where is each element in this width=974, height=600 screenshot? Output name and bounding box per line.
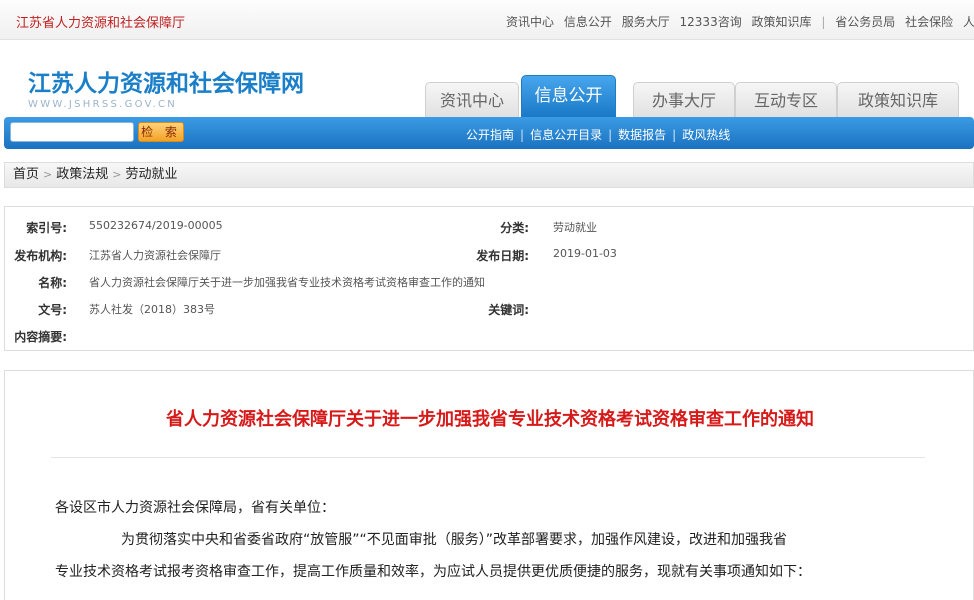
index-label: 索引号: (26, 221, 67, 235)
publisher-value: 江苏省人力资源社会保障厅 (89, 249, 221, 262)
article-paragraph-line: 为贯彻落实中央和省委省政府“放管服”“不见面审批（服务）”改革部署要求，加强作风… (121, 532, 788, 548)
top-link-12333[interactable]: 12333咨询 (680, 15, 742, 29)
tab-policy-library[interactable]: 政策知识库 (837, 82, 959, 117)
search-input[interactable] (10, 122, 134, 142)
tab-interaction[interactable]: 互动专区 (735, 82, 837, 117)
title-divider (51, 457, 925, 458)
breadcrumb: 首页 > 政策法规 > 劳动就业 (4, 162, 974, 188)
article-salutation: 各设区市人力资源社会保障局，省有关单位： (55, 500, 335, 516)
breadcrumb-employment[interactable]: 劳动就业 (125, 167, 177, 182)
tab-info-disclosure[interactable]: 信息公开 (521, 75, 616, 117)
subnav-guide[interactable]: 公开指南 (466, 128, 514, 142)
breadcrumb-home[interactable]: 首页 (13, 167, 39, 182)
subnav-catalog[interactable]: 信息公开目录 (530, 128, 602, 142)
index-value: 550232674/2019-00005 (89, 219, 223, 232)
article-title: 省人力资源社会保障厅关于进一步加强我省专业技术资格考试资格审查工作的通知 (166, 409, 814, 430)
subnav-reports[interactable]: 数据报告 (618, 128, 666, 142)
search-button[interactable]: 检 索 (138, 122, 184, 142)
site-logo[interactable]: 江苏人力资源和社会保障网 WWW.JSHRSS.GOV.CN (28, 64, 304, 110)
logo-url: WWW.JSHRSS.GOV.CN (28, 99, 178, 110)
breadcrumb-policy[interactable]: 政策法规 (56, 167, 108, 182)
document-metadata: 索引号: 550232674/2019-00005 分类: 劳动就业 发布机构:… (4, 206, 974, 351)
top-link-talent[interactable]: 人事人才 (963, 15, 974, 29)
site-name[interactable]: 江苏省人力资源和社会保障厅 (16, 12, 185, 31)
category-label: 分类: (500, 221, 529, 235)
summary-label: 内容摘要: (14, 330, 67, 344)
top-link-info[interactable]: 信息公开 (564, 15, 612, 29)
top-strip: 江苏省人力资源和社会保障厅 资讯中心 信息公开 服务大厅 12333咨询 政策知… (0, 0, 974, 40)
top-link-service[interactable]: 服务大厅 (622, 15, 670, 29)
date-value: 2019-01-03 (553, 247, 617, 260)
category-value: 劳动就业 (553, 221, 597, 234)
main-tabs: 资讯中心 信息公开 办事大厅 互动专区 政策知识库 (425, 75, 959, 117)
chevron-right-icon: > (43, 168, 53, 181)
article-paragraph-line: 专业技术资格考试报考资格审查工作，提高工作质量和效率，为应试人员提供更优质便捷的… (55, 564, 811, 580)
top-link-social-insurance[interactable]: 社会保险 (905, 15, 953, 29)
name-label: 名称: (38, 276, 67, 290)
publisher-label: 发布机构: (14, 249, 67, 263)
top-link-news[interactable]: 资讯中心 (506, 15, 554, 29)
subnav-hotline[interactable]: 政风热线 (682, 128, 730, 142)
tab-service-hall[interactable]: 办事大厅 (633, 82, 735, 117)
doc-number-value: 苏人社发（2018）383号 (89, 303, 215, 316)
name-value: 省人力资源社会保障厅关于进一步加强我省专业技术资格考试资格审查工作的通知 (89, 276, 485, 289)
top-link-civil-service[interactable]: 省公务员局 (835, 15, 895, 29)
keywords-label: 关键词: (488, 303, 529, 317)
top-link-policy[interactable]: 政策知识库 (752, 15, 812, 29)
top-links-divider: | (821, 15, 826, 29)
date-label: 发布日期: (476, 249, 529, 263)
chevron-right-icon: > (112, 168, 122, 181)
sub-nav: 公开指南 | 信息公开目录 | 数据报告 | 政风热线 (466, 128, 731, 142)
top-links: 资讯中心 信息公开 服务大厅 12333咨询 政策知识库 | 省公务员局 社会保… (506, 13, 974, 30)
article: 省人力资源社会保障厅关于进一步加强我省专业技术资格考试资格审查工作的通知 各设区… (4, 370, 974, 600)
tab-news[interactable]: 资讯中心 (425, 82, 519, 117)
nav-bar: 检 索 公开指南 | 信息公开目录 | 数据报告 | 政风热线 (4, 117, 974, 149)
logo-title: 江苏人力资源和社会保障网 (28, 71, 304, 97)
doc-number-label: 文号: (38, 303, 67, 317)
